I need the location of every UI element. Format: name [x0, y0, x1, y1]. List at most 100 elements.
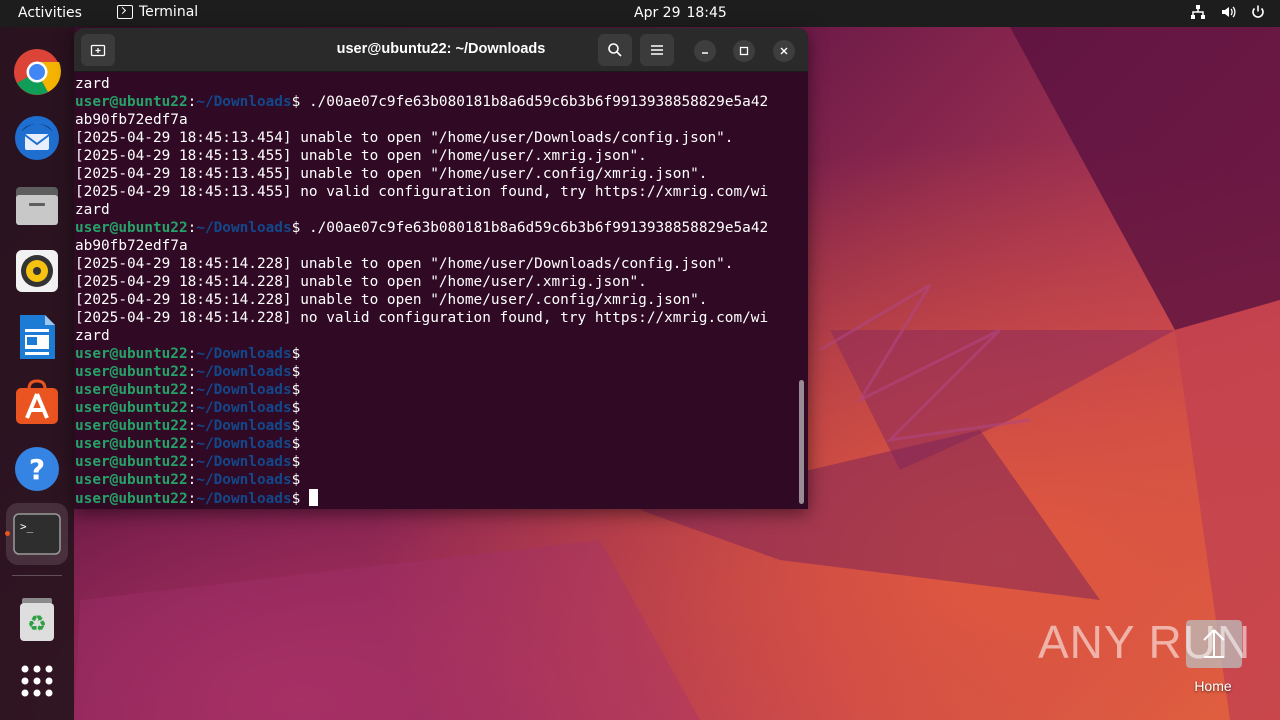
- terminal-output-line: [2025-04-29 18:45:13.455] no valid confi…: [75, 184, 769, 200]
- clock-time: 18:45: [686, 5, 727, 21]
- prompt-path: ~/Downloads: [196, 400, 292, 416]
- terminal-prompt-line: user@ubuntu22:~/Downloads$: [75, 489, 795, 507]
- power-icon[interactable]: [1250, 4, 1266, 20]
- prompt-separator: :: [187, 418, 197, 434]
- activities-button[interactable]: Activities: [18, 5, 82, 21]
- terminal-prompt-line: user@ubuntu22:~/Downloads$: [75, 417, 795, 435]
- thunderbird-icon[interactable]: [13, 114, 61, 162]
- terminal-output-line: ab90fb72edf7a: [75, 112, 188, 128]
- terminal-output-line: zard: [75, 202, 110, 218]
- rhythmbox-icon[interactable]: [13, 247, 61, 295]
- writer-icon[interactable]: [13, 313, 61, 361]
- terminal-prompt-line: user@ubuntu22:~/Downloads$: [75, 381, 795, 399]
- svg-text:♻: ♻: [27, 612, 47, 637]
- terminal-output-line: ab90fb72edf7a: [75, 238, 188, 254]
- clock[interactable]: Apr 29 18:45: [634, 5, 727, 21]
- home-folder-label[interactable]: Home: [1180, 678, 1246, 694]
- app-name: Terminal: [139, 4, 199, 20]
- prompt-command: ./00ae07c9fe63b080181b8a6d59c6b3b6f99139…: [300, 94, 769, 110]
- app-center-icon[interactable]: [13, 379, 61, 427]
- close-icon: [780, 47, 788, 55]
- prompt-separator: :: [187, 454, 197, 470]
- prompt-user: user@ubuntu22: [75, 220, 188, 236]
- volume-icon[interactable]: [1220, 4, 1236, 20]
- scrollbar[interactable]: [799, 380, 804, 504]
- terminal-icon[interactable]: >_: [13, 510, 61, 558]
- prompt-symbol: $: [291, 491, 301, 507]
- prompt-symbol: $: [291, 400, 301, 416]
- terminal-window[interactable]: user@ubuntu22: ~/Downloads zard user@ubu…: [74, 28, 808, 509]
- prompt-symbol: $: [291, 436, 301, 452]
- prompt-symbol: $: [291, 472, 301, 488]
- prompt-path: ~/Downloads: [196, 491, 292, 507]
- terminal-output-line: [2025-04-29 18:45:14.228] no valid confi…: [75, 310, 769, 326]
- prompt-separator: :: [187, 491, 197, 507]
- prompt-symbol: $: [291, 454, 301, 470]
- app-grid-icon[interactable]: [13, 657, 61, 705]
- watermark-text: ANY RUN: [1038, 616, 1252, 668]
- prompt-separator: :: [187, 472, 197, 488]
- prompt-path: ~/Downloads: [196, 94, 292, 110]
- maximize-icon: [739, 46, 749, 56]
- text-cursor: [309, 489, 319, 506]
- terminal-prompt-line: user@ubuntu22:~/Downloads$: [75, 399, 795, 417]
- prompt-path: ~/Downloads: [196, 436, 292, 452]
- app-menu[interactable]: Terminal: [117, 4, 198, 20]
- new-tab-button[interactable]: [81, 34, 115, 66]
- terminal-prompt-line: user@ubuntu22:~/Downloads$: [75, 471, 795, 489]
- prompt-separator: :: [187, 94, 197, 110]
- prompt-separator: :: [187, 220, 197, 236]
- prompt-user: user@ubuntu22: [75, 364, 188, 380]
- anyrun-watermark: ANY RUN: [1038, 612, 1251, 672]
- system-tray[interactable]: [1190, 4, 1266, 20]
- top-bar: Activities Terminal Apr 29 18:45: [0, 0, 1280, 27]
- prompt-user: user@ubuntu22: [75, 491, 188, 507]
- terminal-output-line: [2025-04-29 18:45:14.228] unable to open…: [75, 292, 708, 308]
- prompt-separator: :: [187, 436, 197, 452]
- prompt-symbol: $: [291, 94, 301, 110]
- prompt-symbol: $: [291, 418, 301, 434]
- terminal-prompt-line: user@ubuntu22:~/Downloads$: [75, 363, 795, 381]
- maximize-button[interactable]: [733, 40, 755, 62]
- svg-text:?: ?: [29, 453, 45, 486]
- prompt-user: user@ubuntu22: [75, 346, 188, 362]
- minimize-icon: [702, 52, 708, 54]
- files-icon[interactable]: [13, 181, 61, 229]
- prompt-path: ~/Downloads: [196, 346, 292, 362]
- dock: ? >_ ♻: [0, 27, 74, 720]
- prompt-symbol: $: [291, 220, 301, 236]
- prompt-user: user@ubuntu22: [75, 94, 188, 110]
- terminal-prompt-line: user@ubuntu22:~/Downloads$ ./00ae07c9fe6…: [75, 219, 795, 237]
- terminal-output-line: [2025-04-29 18:45:14.228] unable to open…: [75, 256, 734, 272]
- minimize-button[interactable]: [694, 40, 716, 62]
- terminal-output[interactable]: zard user@ubuntu22:~/Downloads$ ./00ae07c…: [75, 75, 795, 509]
- menu-button[interactable]: [640, 34, 674, 66]
- terminal-output-line: [2025-04-29 18:45:14.228] unable to open…: [75, 274, 647, 290]
- prompt-user: user@ubuntu22: [75, 400, 188, 416]
- trash-icon[interactable]: ♻: [13, 595, 61, 643]
- terminal-output-line: [2025-04-29 18:45:13.454] unable to open…: [75, 130, 734, 146]
- terminal-prompt-line: user@ubuntu22:~/Downloads$: [75, 453, 795, 471]
- terminal-icon: [117, 5, 133, 19]
- prompt-path: ~/Downloads: [196, 364, 292, 380]
- dock-separator: [12, 575, 62, 576]
- terminal-prompt-line: user@ubuntu22:~/Downloads$: [75, 345, 795, 363]
- prompt-user: user@ubuntu22: [75, 418, 188, 434]
- chrome-icon[interactable]: [13, 48, 61, 96]
- search-button[interactable]: [598, 34, 632, 66]
- prompt-path: ~/Downloads: [196, 472, 292, 488]
- prompt-separator: :: [187, 364, 197, 380]
- prompt-symbol: $: [291, 346, 301, 362]
- running-indicator: [5, 531, 10, 536]
- prompt-separator: :: [187, 400, 197, 416]
- prompt-path: ~/Downloads: [196, 454, 292, 470]
- terminal-output-line: [2025-04-29 18:45:13.455] unable to open…: [75, 166, 708, 182]
- terminal-prompt-line: user@ubuntu22:~/Downloads$ ./00ae07c9fe6…: [75, 93, 795, 111]
- close-button[interactable]: [773, 40, 795, 62]
- network-icon[interactable]: [1190, 4, 1206, 20]
- terminal-titlebar[interactable]: user@ubuntu22: ~/Downloads: [74, 28, 808, 72]
- help-icon[interactable]: ?: [13, 445, 61, 493]
- terminal-output-line: zard: [75, 328, 110, 344]
- prompt-command: ./00ae07c9fe63b080181b8a6d59c6b3b6f99139…: [300, 220, 769, 236]
- terminal-output-line: [2025-04-29 18:45:13.455] unable to open…: [75, 148, 647, 164]
